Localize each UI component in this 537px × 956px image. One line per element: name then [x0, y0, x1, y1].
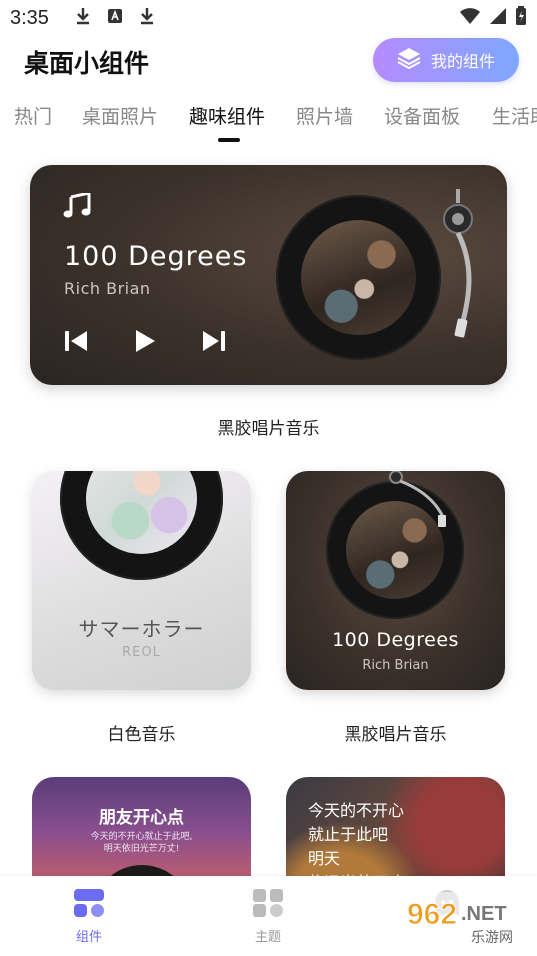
white-music-widget[interactable]: サマーホラー REOL — [32, 471, 251, 690]
a-notification-icon — [107, 7, 123, 29]
subtitle-line: 明天依旧光芒万丈! — [103, 844, 180, 854]
album-cover — [86, 471, 197, 554]
battery-icon — [515, 5, 527, 31]
song-title: 100 Degrees — [332, 629, 459, 651]
playback-controls — [63, 328, 227, 358]
status-time: 3:35 — [10, 6, 49, 29]
music-note-icon — [63, 191, 91, 226]
tab-photo-wall[interactable]: 照片墙 — [296, 102, 353, 129]
active-tab-indicator — [218, 138, 240, 142]
tonearm-icon — [386, 471, 456, 535]
vinyl-music-widget-large[interactable]: 100 Degrees Rich Brian — [30, 165, 507, 385]
vinyl-music-widget-small[interactable]: 100 Degrees Rich Brian — [286, 471, 505, 690]
page-title: 桌面小组件 — [24, 49, 150, 78]
artist-name: Rich Brian — [362, 658, 429, 673]
play-icon[interactable] — [133, 328, 157, 358]
album-cover — [301, 220, 416, 335]
vinyl-record — [60, 471, 223, 580]
my-widgets-label: 我的组件 — [430, 52, 495, 71]
category-tabs: 热门 桌面照片 趣味组件 照片墙 设备面板 生活助 — [0, 96, 537, 146]
tab-fun-widgets[interactable]: 趣味组件 — [189, 102, 265, 129]
site-watermark-logo: 962 .NET 乐游网 — [401, 890, 531, 950]
watermark-net: .NET — [461, 903, 507, 925]
tab-device-panel[interactable]: 设备面板 — [384, 102, 460, 129]
signal-icon — [489, 7, 507, 30]
nav-theme-label: 主题 — [254, 930, 281, 945]
previous-icon[interactable] — [63, 328, 89, 358]
widget-caption: 黑胶唱片音乐 — [217, 419, 320, 439]
layers-icon — [397, 47, 421, 73]
widget-title: 朋友开心点 — [99, 808, 184, 828]
artist-name: Rich Brian — [64, 279, 151, 298]
tab-desktop-photos[interactable]: 桌面照片 — [82, 102, 158, 129]
app-bar: 桌面小组件 我的组件 — [0, 36, 537, 92]
quote-line: 就止于此吧 — [308, 825, 389, 844]
theme-grid-icon — [252, 889, 284, 922]
quote-line: 今天的不开心 — [308, 801, 405, 820]
my-widgets-button[interactable]: 我的组件 — [373, 38, 519, 82]
widgets-icon — [73, 889, 105, 922]
next-icon[interactable] — [201, 328, 227, 358]
nav-widgets-label: 组件 — [75, 930, 102, 945]
tonearm-icon — [434, 185, 494, 349]
nav-widgets[interactable]: 组件 — [59, 888, 119, 945]
widget-caption: 黑胶唱片音乐 — [344, 725, 447, 745]
widget-subtitle: 今天的不开心就止于此吧, 明天依旧光芒万丈! — [32, 831, 251, 855]
nav-theme[interactable]: 主题 — [238, 888, 298, 945]
song-title: 100 Degrees — [64, 241, 248, 272]
song-title: サマーホラー — [78, 617, 205, 641]
status-bar: 3:35 — [0, 0, 537, 36]
quote-line: 明天 — [308, 849, 341, 868]
widget-caption: 白色音乐 — [107, 725, 176, 745]
artist-name: REOL — [122, 645, 161, 660]
vinyl-record — [276, 195, 441, 360]
subtitle-line: 今天的不开心就止于此吧, — [90, 832, 193, 842]
watermark-site-name: 乐游网 — [471, 930, 513, 946]
tab-life[interactable]: 生活助 — [492, 102, 537, 129]
download-icon — [75, 7, 91, 30]
watermark-962: 962 — [407, 898, 457, 931]
wifi-icon — [459, 7, 481, 30]
tab-hot[interactable]: 热门 — [14, 102, 52, 129]
download-icon — [139, 7, 155, 30]
